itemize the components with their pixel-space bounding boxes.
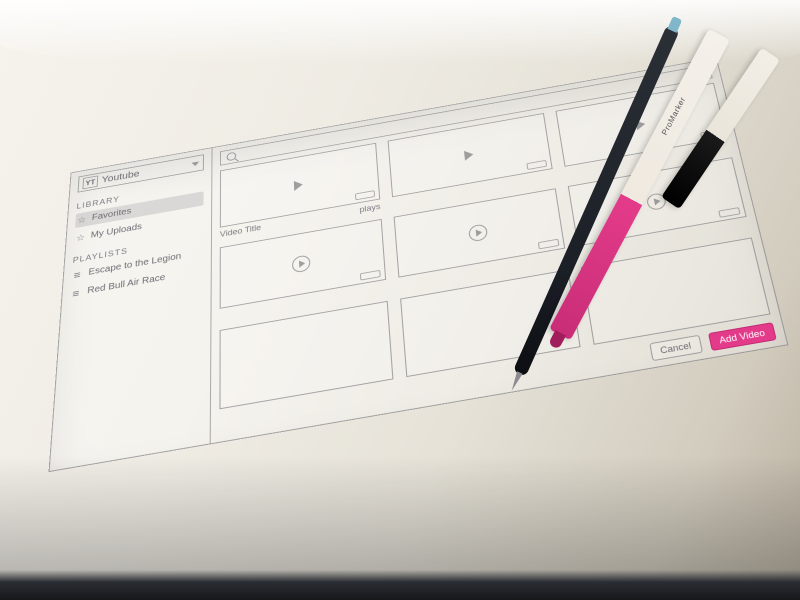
chevron-down-icon <box>192 161 200 166</box>
add-video-button[interactable]: Add Video <box>708 322 777 351</box>
sidebar-item-label: Favorites <box>92 207 132 223</box>
cancel-button[interactable]: Cancel <box>649 335 703 361</box>
page-curl-top <box>0 0 800 70</box>
play-icon <box>294 179 303 190</box>
sketchbook-binding <box>0 570 800 600</box>
duration-badge <box>527 160 548 170</box>
sketchbook-page: YT Youtube LIBRARY Favorites My Uploads … <box>0 0 800 600</box>
duration-badge <box>360 270 381 281</box>
source-name: Youtube <box>101 169 139 185</box>
star-icon <box>77 215 87 225</box>
video-plays: plays <box>359 202 380 214</box>
sidebar: YT Youtube LIBRARY Favorites My Uploads … <box>50 148 213 471</box>
main-panel: Video Title plays <box>211 58 787 443</box>
duration-badge <box>355 190 375 200</box>
star-icon <box>76 232 86 242</box>
youtube-logo-icon: YT <box>82 175 98 189</box>
video-grid: Video Title plays <box>219 83 770 410</box>
search-icon <box>227 152 237 162</box>
list-icon <box>72 288 83 299</box>
list-icon <box>73 269 83 279</box>
play-icon <box>292 254 311 273</box>
sidebar-item-label: My Uploads <box>90 222 142 240</box>
play-icon <box>468 223 488 242</box>
play-icon <box>464 149 474 160</box>
duration-badge <box>718 207 740 218</box>
duration-badge <box>538 239 560 250</box>
